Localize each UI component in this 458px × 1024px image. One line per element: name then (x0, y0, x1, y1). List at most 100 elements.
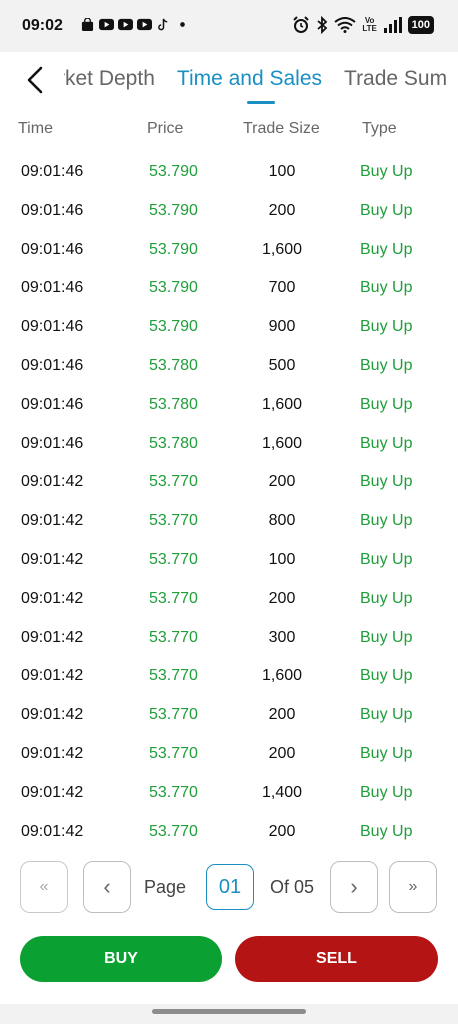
cell-trade-size: 100 (268, 163, 296, 180)
table-row[interactable]: 09:01:46 53.790 1,600 Buy Up (0, 232, 458, 271)
tab-time-and-sales[interactable]: Time and Sales (177, 67, 322, 91)
table-row[interactable]: 09:01:42 53.770 200 Buy Up (0, 464, 458, 503)
cell-type: Buy Up (360, 706, 413, 724)
cell-price: 53.790 (149, 240, 198, 258)
table-row[interactable]: 09:01:42 53.770 200 Buy Up (0, 581, 458, 620)
table-header: Time Price Trade Size Type (0, 120, 458, 144)
cell-trade-size: 700 (268, 279, 296, 297)
cell-price: 53.780 (149, 356, 198, 374)
chevron-left-icon: ‹ (103, 874, 111, 899)
tab-trade-summary[interactable]: Trade Sum (344, 67, 447, 91)
battery-indicator: 100 (407, 16, 434, 34)
cell-time: 09:01:46 (21, 395, 84, 413)
chevron-right-icon: › (350, 874, 358, 899)
cell-type: Buy Up (360, 279, 413, 297)
cell-trade-size: 1,600 (261, 667, 303, 685)
cell-price: 53.780 (149, 395, 198, 413)
tiktok-icon (158, 18, 168, 31)
current-page-input[interactable]: 01 (206, 864, 254, 910)
cell-trade-size: 100 (268, 550, 296, 568)
cell-type: Buy Up (360, 589, 413, 607)
table-row[interactable]: 09:01:42 53.770 1,600 Buy Up (0, 658, 458, 697)
cell-time: 09:01:42 (21, 512, 84, 530)
buy-button[interactable]: BUY (20, 936, 222, 982)
tabs-scroller[interactable]: rket Depth Time and Sales Trade Sum (64, 52, 458, 108)
cell-type: Buy Up (360, 434, 413, 452)
sell-button[interactable]: SELL (235, 936, 438, 982)
cell-time: 09:01:42 (21, 822, 84, 840)
cell-type: Buy Up (360, 550, 413, 568)
cell-time: 09:01:46 (21, 163, 84, 180)
table-row[interactable]: 09:01:42 53.770 200 Buy Up (0, 814, 458, 853)
table-row[interactable]: 09:01:46 53.790 200 Buy Up (0, 193, 458, 232)
page-label: Page (144, 877, 187, 897)
cell-time: 09:01:42 (21, 473, 84, 491)
cell-price: 53.770 (149, 706, 198, 724)
cell-type: Buy Up (360, 163, 413, 180)
cell-time: 09:01:42 (21, 706, 84, 724)
table-row[interactable]: 09:01:46 53.780 1,600 Buy Up (0, 387, 458, 426)
back-button[interactable] (18, 62, 52, 98)
app-screen: rket Depth Time and Sales Trade Sum Time… (0, 52, 458, 1004)
cell-trade-size: 1,600 (261, 434, 303, 452)
total-pages-label: Of 05 (270, 877, 315, 897)
cell-time: 09:01:42 (21, 628, 84, 646)
table-row[interactable]: 09:01:46 53.790 900 Buy Up (0, 309, 458, 348)
cell-trade-size: 200 (268, 201, 296, 219)
tab-bar: rket Depth Time and Sales Trade Sum (0, 52, 458, 108)
trades-list: 09:01:46 53.790 100 Buy Up 09:01:46 53.790 200… (0, 154, 458, 852)
cell-trade-size: 300 (268, 628, 296, 646)
table-row[interactable]: 09:01:42 53.770 800 Buy Up (0, 503, 458, 542)
cell-type: Buy Up (360, 744, 413, 762)
next-page-button[interactable]: › (330, 861, 378, 913)
table-row[interactable]: 09:01:42 53.770 100 Buy Up (0, 542, 458, 581)
signal-icon (383, 17, 402, 33)
volte-label: Vo LTE (362, 16, 377, 33)
table-row[interactable]: 09:01:42 53.770 1,400 Buy Up (0, 775, 458, 814)
double-chevron-right-icon: » (408, 878, 418, 895)
cell-price: 53.770 (149, 822, 198, 840)
cell-trade-size: 500 (268, 356, 296, 374)
cell-trade-size: 1,600 (261, 240, 303, 258)
cell-price: 53.770 (149, 473, 198, 491)
cell-time: 09:01:42 (21, 667, 84, 685)
home-indicator[interactable] (152, 1009, 306, 1014)
first-page-button[interactable]: « (20, 861, 68, 913)
cell-trade-size: 1,400 (261, 783, 303, 801)
cell-price: 53.790 (149, 163, 198, 180)
table-row[interactable]: 09:01:42 53.770 200 Buy Up (0, 697, 458, 736)
cell-time: 09:01:46 (21, 240, 84, 258)
cell-type: Buy Up (360, 473, 413, 491)
cell-type: Buy Up (360, 318, 413, 336)
cell-time: 09:01:42 (21, 744, 84, 762)
cell-price: 53.770 (149, 628, 198, 646)
cell-time: 09:01:42 (21, 550, 84, 568)
status-bar: 09:02 Vo LTE 100 (0, 0, 458, 52)
table-row[interactable]: 09:01:46 53.790 700 Buy Up (0, 270, 458, 309)
cell-trade-size: 200 (268, 706, 296, 724)
cell-type: Buy Up (360, 667, 413, 685)
alarm-icon (292, 16, 309, 33)
table-row[interactable]: 09:01:46 53.780 1,600 Buy Up (0, 426, 458, 465)
cell-price: 53.770 (149, 589, 198, 607)
tab-market-depth[interactable]: rket Depth (64, 67, 155, 91)
table-row[interactable]: 09:01:42 53.770 300 Buy Up (0, 620, 458, 659)
cell-price: 53.770 (149, 744, 198, 762)
last-page-button[interactable]: » (389, 861, 437, 913)
bluetooth-icon (317, 16, 327, 34)
cell-price: 53.790 (149, 318, 198, 336)
pagination: « ‹ Page 01 Of 05 › » (0, 860, 458, 914)
cell-trade-size: 800 (268, 512, 296, 530)
notification-icons (80, 18, 190, 31)
cell-type: Buy Up (360, 201, 413, 219)
cell-time: 09:01:46 (21, 356, 84, 374)
cell-trade-size: 200 (268, 744, 296, 762)
table-row[interactable]: 09:01:46 53.780 500 Buy Up (0, 348, 458, 387)
active-tab-indicator (247, 101, 275, 104)
cell-price: 53.780 (149, 434, 198, 452)
table-row[interactable]: 09:01:46 53.790 100 Buy Up (0, 154, 458, 193)
previous-page-button[interactable]: ‹ (83, 861, 131, 913)
cell-price: 53.770 (149, 783, 198, 801)
table-row[interactable]: 09:01:42 53.770 200 Buy Up (0, 736, 458, 775)
system-nav-bar (0, 1004, 458, 1024)
